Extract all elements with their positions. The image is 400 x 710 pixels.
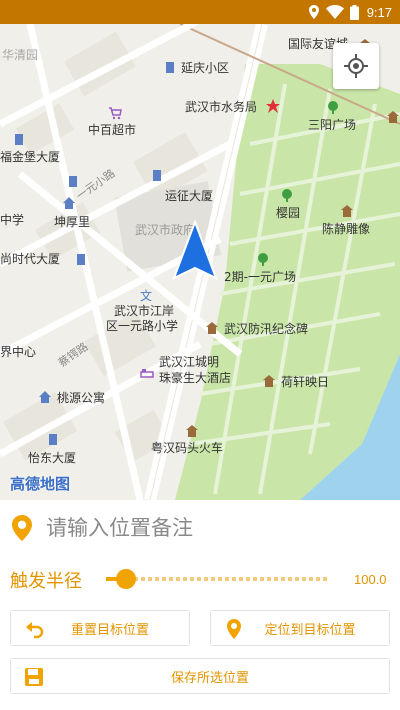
reset-target-button[interactable]: 重置目标位置 [10, 610, 190, 646]
monument-icon [341, 205, 353, 217]
tree-icon [258, 253, 268, 266]
building-icon [77, 254, 85, 265]
locate-target-button[interactable]: 定位到目标位置 [210, 610, 390, 646]
poi-label[interactable]: 区一元路小学 [106, 319, 178, 333]
poi-label[interactable]: 粤汉码头火车 [151, 441, 223, 455]
crosshair-icon [344, 54, 368, 78]
poi-label[interactable]: 樱园 [276, 206, 300, 220]
poi-label[interactable]: 2期-一元广场 [224, 270, 296, 284]
location-note-input[interactable] [46, 516, 376, 540]
status-time: 9:17 [366, 4, 392, 20]
undo-icon [26, 622, 44, 639]
status-bar: 9:17 [0, 0, 400, 24]
poi-label[interactable]: 中百超市 [88, 123, 136, 137]
battery-icon [349, 4, 359, 20]
navigation-arrow-icon [172, 220, 218, 280]
building-icon [69, 176, 77, 187]
monument-icon [387, 111, 399, 123]
star-icon [266, 99, 280, 113]
save-location-label: 保存所选位置 [170, 670, 249, 686]
poi-label[interactable]: 坤厚里 [54, 215, 90, 229]
trigger-radius-label: 触发半径 [10, 571, 82, 592]
poi-label[interactable]: 尚时代大厦 [0, 252, 60, 266]
location-pin-icon [227, 619, 241, 639]
poi-label[interactable]: 珠豪生大酒店 [159, 371, 231, 385]
hotel-bed-icon [140, 369, 154, 378]
poi-label[interactable]: 武汉江城明 [159, 355, 219, 369]
location-status-icon [308, 5, 319, 19]
poi-label[interactable]: 怡东大厦 [28, 451, 76, 465]
poi-label[interactable]: 中学 [0, 213, 24, 227]
location-pin-icon [12, 515, 32, 541]
poi-label[interactable]: 延庆小区 [181, 61, 229, 75]
school-icon: 文 [140, 288, 152, 302]
poi-label[interactable]: 桃源公寓 [57, 391, 105, 405]
save-icon [25, 668, 43, 686]
monument-icon [186, 425, 198, 437]
poi-label[interactable]: 荷轩映日 [281, 375, 329, 389]
poi-label[interactable]: 陈静雕像 [322, 222, 370, 236]
locate-me-button[interactable] [333, 43, 379, 89]
slider-thumb[interactable] [115, 569, 136, 589]
map-view[interactable]: 文 国际友谊城 华清园 延庆小区 武汉市水务局 三阳广场 中百超市 福金堡大厦 … [0, 24, 400, 500]
poi-label[interactable]: 华清园 [2, 48, 38, 62]
trigger-radius-value: 100.0 [354, 572, 387, 587]
poi-label[interactable]: 武汉防汛纪念碑 [224, 322, 308, 336]
home-icon [63, 197, 75, 209]
poi-label[interactable]: 界中心 [0, 345, 36, 359]
note-row [12, 510, 388, 546]
amap-logo: 高德地图 [10, 475, 71, 493]
svg-text:文: 文 [140, 288, 152, 302]
poi-label[interactable]: 武汉市水务局 [185, 100, 257, 114]
shopping-cart-icon [109, 107, 122, 120]
building-icon [166, 62, 174, 73]
home-icon [39, 391, 51, 403]
monument-icon [206, 322, 218, 334]
status-icons: 9:17 [308, 3, 392, 21]
poi-label[interactable]: 运征大厦 [165, 189, 213, 203]
poi-label[interactable]: 福金堡大厦 [0, 150, 60, 164]
poi-label[interactable]: 武汉市江岸 [114, 304, 174, 318]
building-icon [153, 170, 161, 181]
tree-icon [282, 189, 292, 202]
trigger-radius-slider[interactable] [106, 568, 328, 590]
building-icon [49, 434, 57, 445]
poi-label[interactable]: 三阳广场 [308, 118, 356, 132]
wifi-icon [325, 5, 344, 19]
tree-icon [328, 101, 338, 114]
building-icon [15, 134, 23, 145]
monument-icon [263, 375, 275, 387]
slider-track [106, 577, 328, 581]
save-location-button[interactable]: 保存所选位置 [10, 658, 390, 694]
